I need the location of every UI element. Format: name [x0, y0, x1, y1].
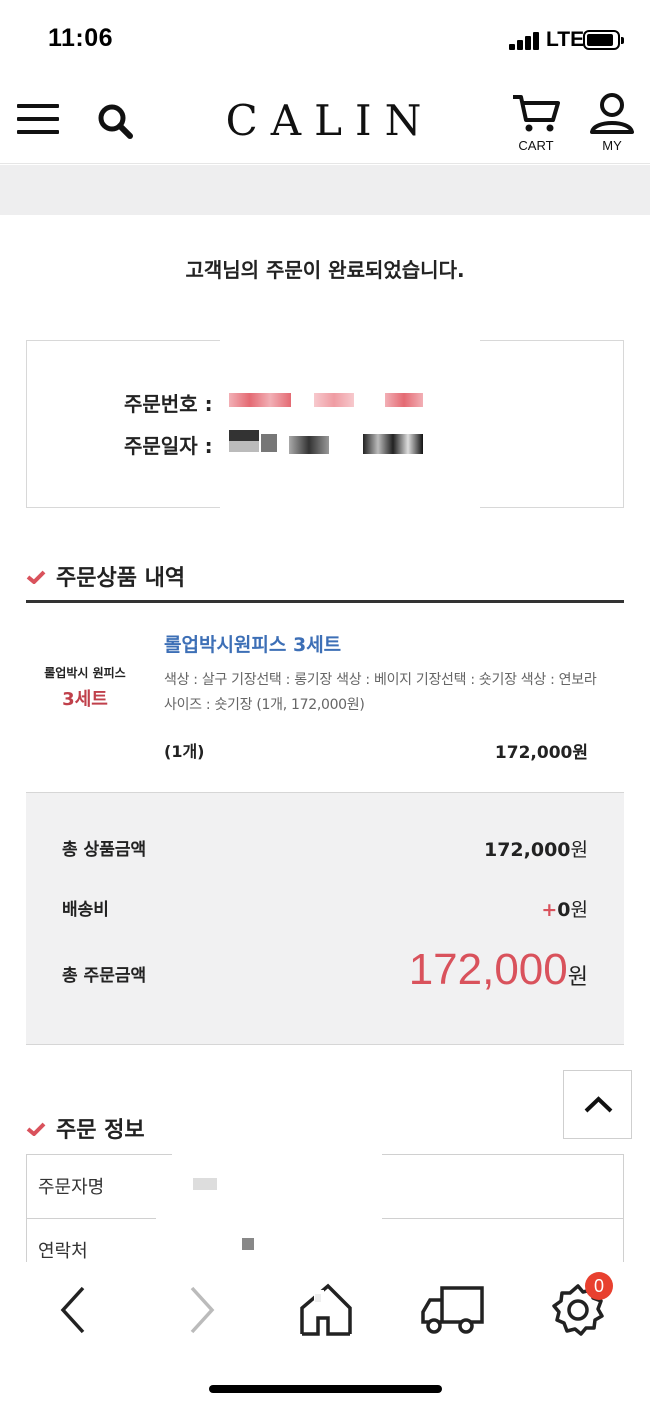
cart-icon [513, 95, 560, 132]
my-label: MY [602, 138, 622, 153]
cart-label: CART [518, 138, 554, 153]
status-bar: 11:06 LTE [0, 0, 650, 78]
order-date-label: 주문일자 : [124, 434, 213, 458]
order-total-value: 172,000원 [408, 945, 588, 994]
order-number-label: 주문번호 : [124, 392, 213, 416]
redacted-orderer-name [193, 1178, 217, 1190]
order-info-section-label: 주문 정보 [56, 1118, 145, 1143]
thumb-line-2: 3세트 [62, 689, 108, 710]
notification-badge: 0 [585, 1272, 613, 1300]
section-divider [26, 600, 624, 603]
cart-button[interactable]: CART [510, 92, 562, 153]
check-icon [26, 1122, 46, 1136]
my-button[interactable]: MY [588, 92, 636, 153]
price-summary: 총 상품금액 172,000원 배송비 +0원 총 주문금액 172,000원 [26, 792, 624, 1045]
home-icon[interactable] [296, 1280, 356, 1340]
header: CALIN CART MY [0, 78, 650, 164]
back-arrow-icon[interactable] [45, 1280, 105, 1340]
product-thumbnail[interactable]: 롤업박시 원피스 3세트 [30, 636, 140, 736]
battery-icon [583, 30, 624, 50]
signal-icon [509, 32, 541, 50]
network-label: LTE [546, 28, 585, 51]
check-icon [26, 570, 46, 584]
product-name-link[interactable]: 롤업박시원피스 3세트 [164, 630, 341, 657]
home-indicator[interactable] [209, 1385, 442, 1393]
products-section-label: 주문상품 내역 [56, 566, 186, 591]
status-time: 11:06 [48, 24, 114, 52]
contact-label: 연락처 [38, 1241, 88, 1262]
orderer-name-label: 주문자명 [38, 1177, 105, 1198]
scroll-top-button[interactable] [563, 1070, 632, 1139]
truck-icon[interactable] [420, 1280, 486, 1340]
product-total-value: 172,000원 [483, 839, 588, 861]
thumb-line-1: 롤업박시 원피스 [44, 666, 126, 680]
order-info-section-title: 주문 정보 [26, 1112, 145, 1144]
shipping-label: 배송비 [62, 900, 109, 920]
redacted-contact [242, 1238, 254, 1250]
chevron-up-icon [584, 1096, 613, 1113]
redacted-order-number [229, 393, 425, 407]
products-section-title: 주문상품 내역 [26, 560, 185, 592]
order-total-label: 총 주문금액 [62, 966, 147, 986]
page: 11:06 LTE CALIN CART MY 고객님의 주문이 완료되었습니다… [0, 0, 650, 1406]
shipping-value: +0원 [541, 899, 588, 921]
redacted-order-date [229, 430, 425, 454]
product-options: 색상 : 살구 기장선택 : 롱기장 색상 : 베이지 기장선택 : 숏기장 색… [164, 672, 597, 713]
product-quantity: (1개) [164, 742, 205, 761]
forward-arrow-icon[interactable] [170, 1280, 230, 1340]
redaction-overlay [220, 333, 480, 509]
product-total-label: 총 상품금액 [62, 840, 147, 860]
user-icon [590, 93, 634, 134]
redaction-overlay-2 [172, 1150, 382, 1230]
product-price: 172,000원 [494, 743, 588, 763]
header-spacer-band [0, 165, 650, 215]
order-complete-message: 고객님의 주문이 완료되었습니다. [185, 258, 465, 282]
